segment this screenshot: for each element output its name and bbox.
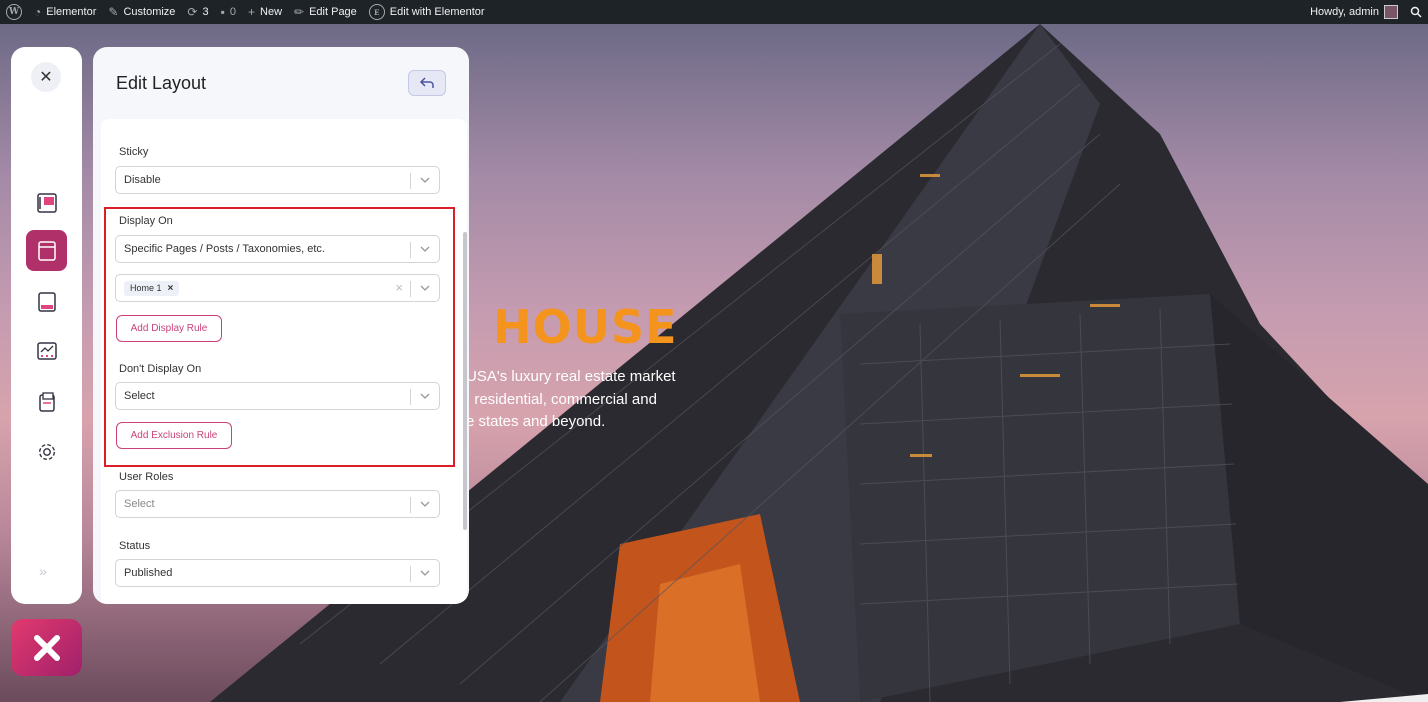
hero-title: HOUSE <box>493 300 678 354</box>
user-roles-placeholder: Select <box>124 498 155 510</box>
back-button[interactable] <box>408 70 446 96</box>
search-button[interactable] <box>1404 0 1428 24</box>
user-roles-select[interactable]: Select <box>115 490 440 518</box>
hero-text: USA's luxury real estate market : reside… <box>466 368 676 430</box>
rail-item-footer[interactable] <box>26 281 67 322</box>
admin-bar-updates[interactable]: ⟳ 3 <box>181 0 214 24</box>
plus-icon: + <box>248 5 256 19</box>
user-roles-label: User Roles <box>119 471 174 483</box>
admin-bar-label: Edit Page <box>309 6 357 18</box>
close-icon: ✕ <box>39 69 53 86</box>
admin-bar-elementor[interactable]: ◔ Elementor <box>28 0 102 24</box>
admin-bar-label: Edit with Elementor <box>389 6 485 18</box>
brand-logo[interactable] <box>11 619 82 676</box>
status-label: Status <box>119 540 151 552</box>
archive-layout-icon <box>36 341 57 360</box>
header-layout-icon <box>36 192 57 213</box>
settings-icon <box>38 443 55 460</box>
status-select[interactable]: Published <box>115 559 440 587</box>
admin-bar-count: 3 <box>202 6 209 18</box>
avatar <box>1384 5 1398 19</box>
brand-x-icon <box>33 634 60 661</box>
dashboard-icon: ◔ <box>34 5 42 19</box>
wordpress-logo-icon: W <box>6 4 22 20</box>
expand-icon[interactable]: » <box>39 563 47 579</box>
sticky-select[interactable]: Disable <box>115 166 440 194</box>
page-layout-icon <box>37 240 56 261</box>
admin-bar-edit-elementor[interactable]: E Edit with Elementor <box>363 0 491 24</box>
greeting: Howdy, admin <box>1310 6 1379 18</box>
sticky-label: Sticky <box>119 146 149 158</box>
admin-bar-edit-page[interactable]: ✏ Edit Page <box>288 0 363 24</box>
admin-bar-label: Elementor <box>46 6 97 18</box>
chevron-down-icon <box>420 177 430 183</box>
search-icon <box>1410 6 1422 18</box>
single-layout-icon <box>38 391 55 412</box>
updates-icon: ⟳ <box>187 5 198 19</box>
rail-item-single[interactable] <box>26 381 67 422</box>
admin-bar-label: New <box>260 6 283 18</box>
brush-icon: ✎ <box>108 5 119 19</box>
account-menu[interactable]: Howdy, admin <box>1304 0 1404 24</box>
panel-title: Edit Layout <box>116 73 207 93</box>
admin-bar: W ◔ Elementor ✎ Customize ⟳ 3 ▪ 0 + New … <box>0 0 1428 24</box>
admin-bar-customize[interactable]: ✎ Customize <box>102 0 181 24</box>
admin-bar-comments[interactable]: ▪ 0 <box>215 0 242 24</box>
elementor-icon: E <box>368 4 385 20</box>
close-button[interactable]: ✕ <box>31 62 61 92</box>
wordpress-menu[interactable]: W <box>0 0 28 24</box>
sticky-value: Disable <box>124 174 161 186</box>
admin-bar-count: 0 <box>229 6 236 18</box>
status-value: Published <box>124 567 173 579</box>
rail-item-page[interactable] <box>26 230 67 271</box>
footer-layout-icon <box>37 291 56 312</box>
back-arrow-icon <box>419 77 434 88</box>
panel-scrollbar[interactable] <box>463 232 467 530</box>
pencil-icon: ✏ <box>294 5 305 19</box>
rail-item-settings[interactable] <box>26 431 67 472</box>
comment-icon: ▪ <box>220 5 225 19</box>
chevron-down-icon <box>420 570 430 576</box>
admin-bar-label: Customize <box>123 6 176 18</box>
sidebar-rail: ✕ » <box>11 47 82 604</box>
display-rules-highlight <box>104 207 455 467</box>
rail-item-header[interactable] <box>26 182 67 223</box>
admin-bar-new[interactable]: + New <box>242 0 288 24</box>
chevron-down-icon <box>420 501 430 507</box>
rail-item-archive[interactable] <box>26 330 67 371</box>
